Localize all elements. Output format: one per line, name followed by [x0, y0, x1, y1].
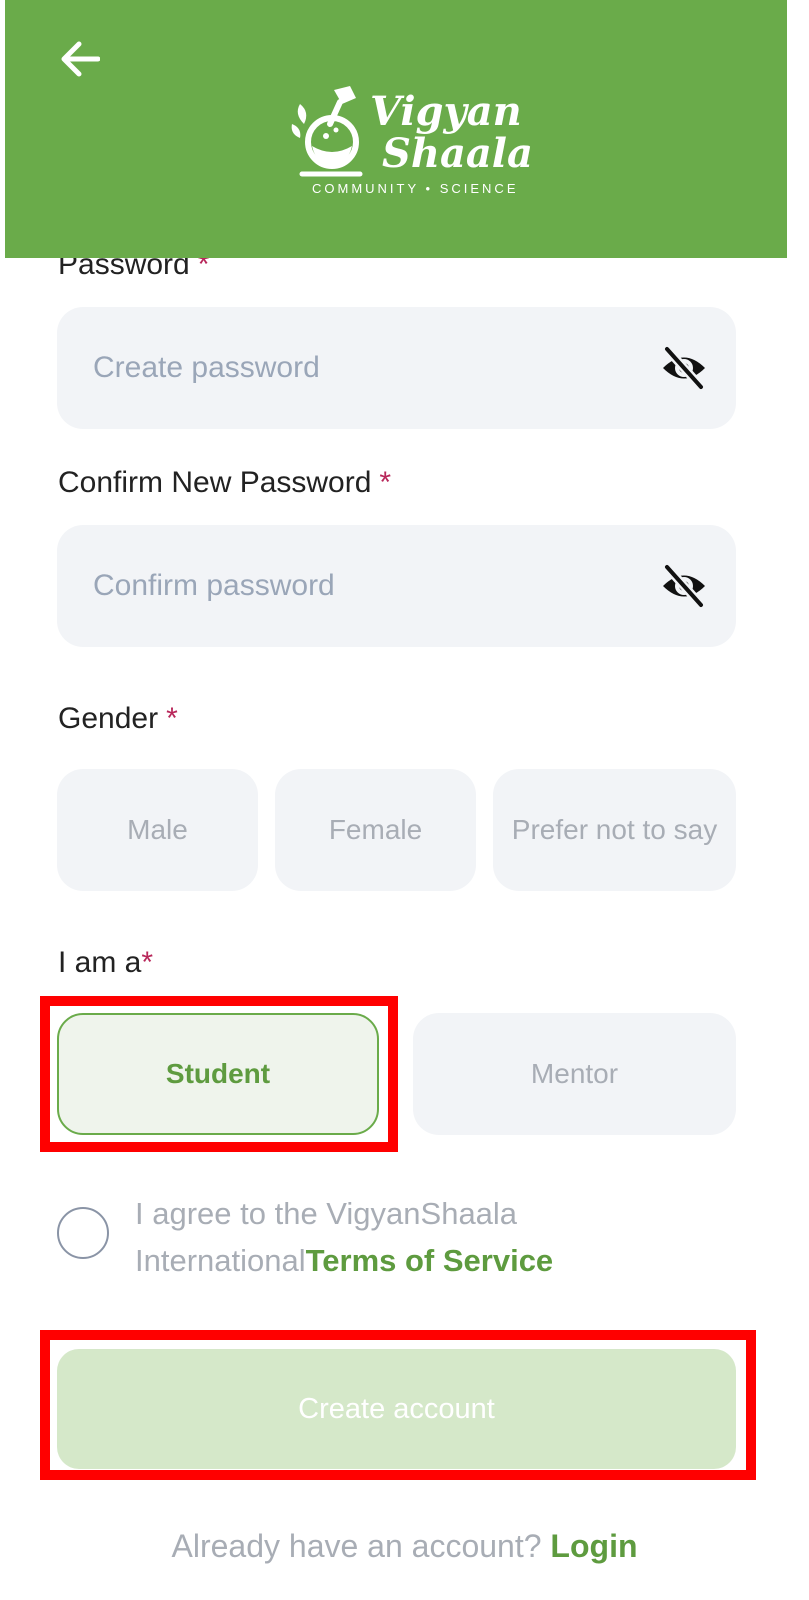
required-asterisk: * — [166, 702, 178, 735]
app-header: Vigyan Shaala COMMUNITY • SCIENCE — [5, 0, 787, 258]
role-label-text: I am a — [58, 946, 142, 979]
create-account-button[interactable]: Create account — [57, 1349, 736, 1469]
terms-text: I agree to the VigyanShaala Internationa… — [135, 1190, 755, 1284]
required-asterisk: * — [379, 466, 392, 499]
role-option-mentor[interactable]: Mentor — [413, 1013, 736, 1135]
role-option-student[interactable]: Student — [57, 1013, 379, 1135]
gender-option-prefer-not-to-say[interactable]: Prefer not to say — [493, 769, 736, 891]
logo-word-vigyan: Vigyan — [370, 88, 522, 135]
eye-slash-icon[interactable] — [660, 563, 708, 609]
gender-option-female[interactable]: Female — [275, 769, 476, 891]
login-prompt: Already have an account? Login — [0, 1528, 809, 1565]
confirm-password-field[interactable] — [57, 525, 736, 647]
vigyan-shaala-logo: Vigyan Shaala COMMUNITY • SCIENCE — [290, 84, 533, 200]
login-prompt-text: Already have an account? — [171, 1528, 551, 1564]
gender-label-text: Gender — [58, 702, 159, 735]
login-link[interactable]: Login — [550, 1528, 637, 1564]
gender-option-male[interactable]: Male — [57, 769, 258, 891]
logo-tagline: COMMUNITY • SCIENCE — [312, 181, 519, 196]
eye-slash-icon[interactable] — [660, 345, 708, 391]
confirm-password-input[interactable] — [93, 525, 653, 647]
confirm-password-label-text: Confirm New Password — [58, 466, 372, 499]
arrow-left-icon — [61, 41, 100, 77]
confirm-password-label: Confirm New Password * — [58, 466, 391, 500]
gender-label: Gender * — [58, 702, 178, 736]
terms-checkbox[interactable] — [57, 1207, 109, 1259]
back-button[interactable] — [53, 32, 107, 86]
password-field[interactable] — [57, 307, 736, 429]
role-label: I am a* — [58, 946, 153, 980]
logo-word-shaala: Shaala — [382, 130, 533, 177]
flask-emblem-icon — [291, 86, 363, 177]
password-input[interactable] — [93, 307, 653, 429]
terms-of-service-link[interactable]: Terms of Service — [306, 1243, 554, 1278]
required-asterisk: * — [141, 946, 154, 979]
